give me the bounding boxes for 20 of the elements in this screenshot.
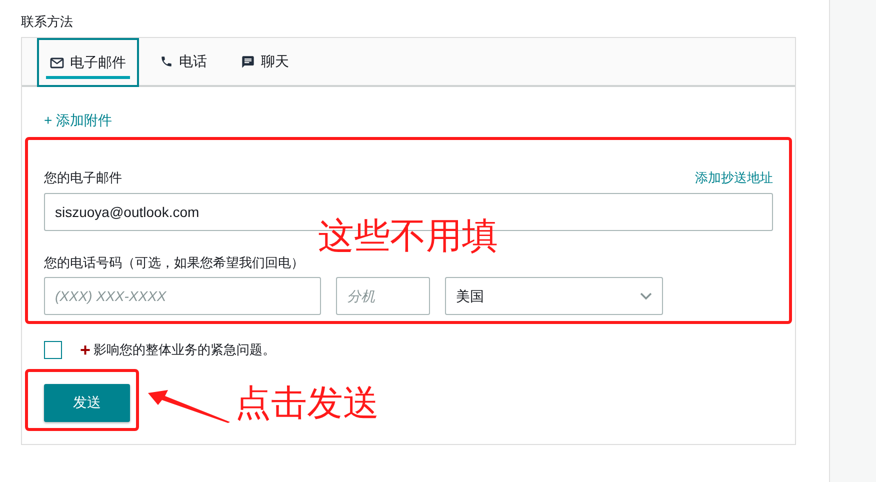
- tab[interactable]: 聊天: [228, 38, 302, 85]
- extension-field[interactable]: 分机: [336, 277, 430, 315]
- urgent-label: 影响您的整体业务的紧急问题。: [94, 341, 276, 359]
- send-button[interactable]: 发送: [44, 384, 130, 422]
- chevron-down-icon: [640, 292, 652, 300]
- country-dropdown[interactable]: 美国: [445, 277, 663, 315]
- section-title: 联系方法: [21, 13, 74, 31]
- urgent-checkbox[interactable]: [44, 340, 62, 359]
- phone-number-field[interactable]: (XXX) XXX-XXXX: [44, 277, 321, 315]
- add-attachment-link[interactable]: + 添加附件: [44, 112, 112, 128]
- annotation-text: 点击发送: [235, 381, 379, 425]
- envelope-icon: [50, 56, 64, 68]
- tab[interactable]: 电话: [147, 38, 220, 85]
- tab[interactable]: 电子邮件: [37, 38, 139, 87]
- phone-icon: [160, 55, 173, 68]
- add-cc-link[interactable]: 添加抄送地址: [695, 168, 773, 187]
- chat-bubble-icon: [241, 54, 255, 68]
- field-label: 您的电话号码（可选，如果您希望我们回电）: [44, 254, 305, 272]
- urgent-plus-mark: +: [80, 340, 91, 359]
- field-label: 您的电子邮件: [44, 168, 122, 186]
